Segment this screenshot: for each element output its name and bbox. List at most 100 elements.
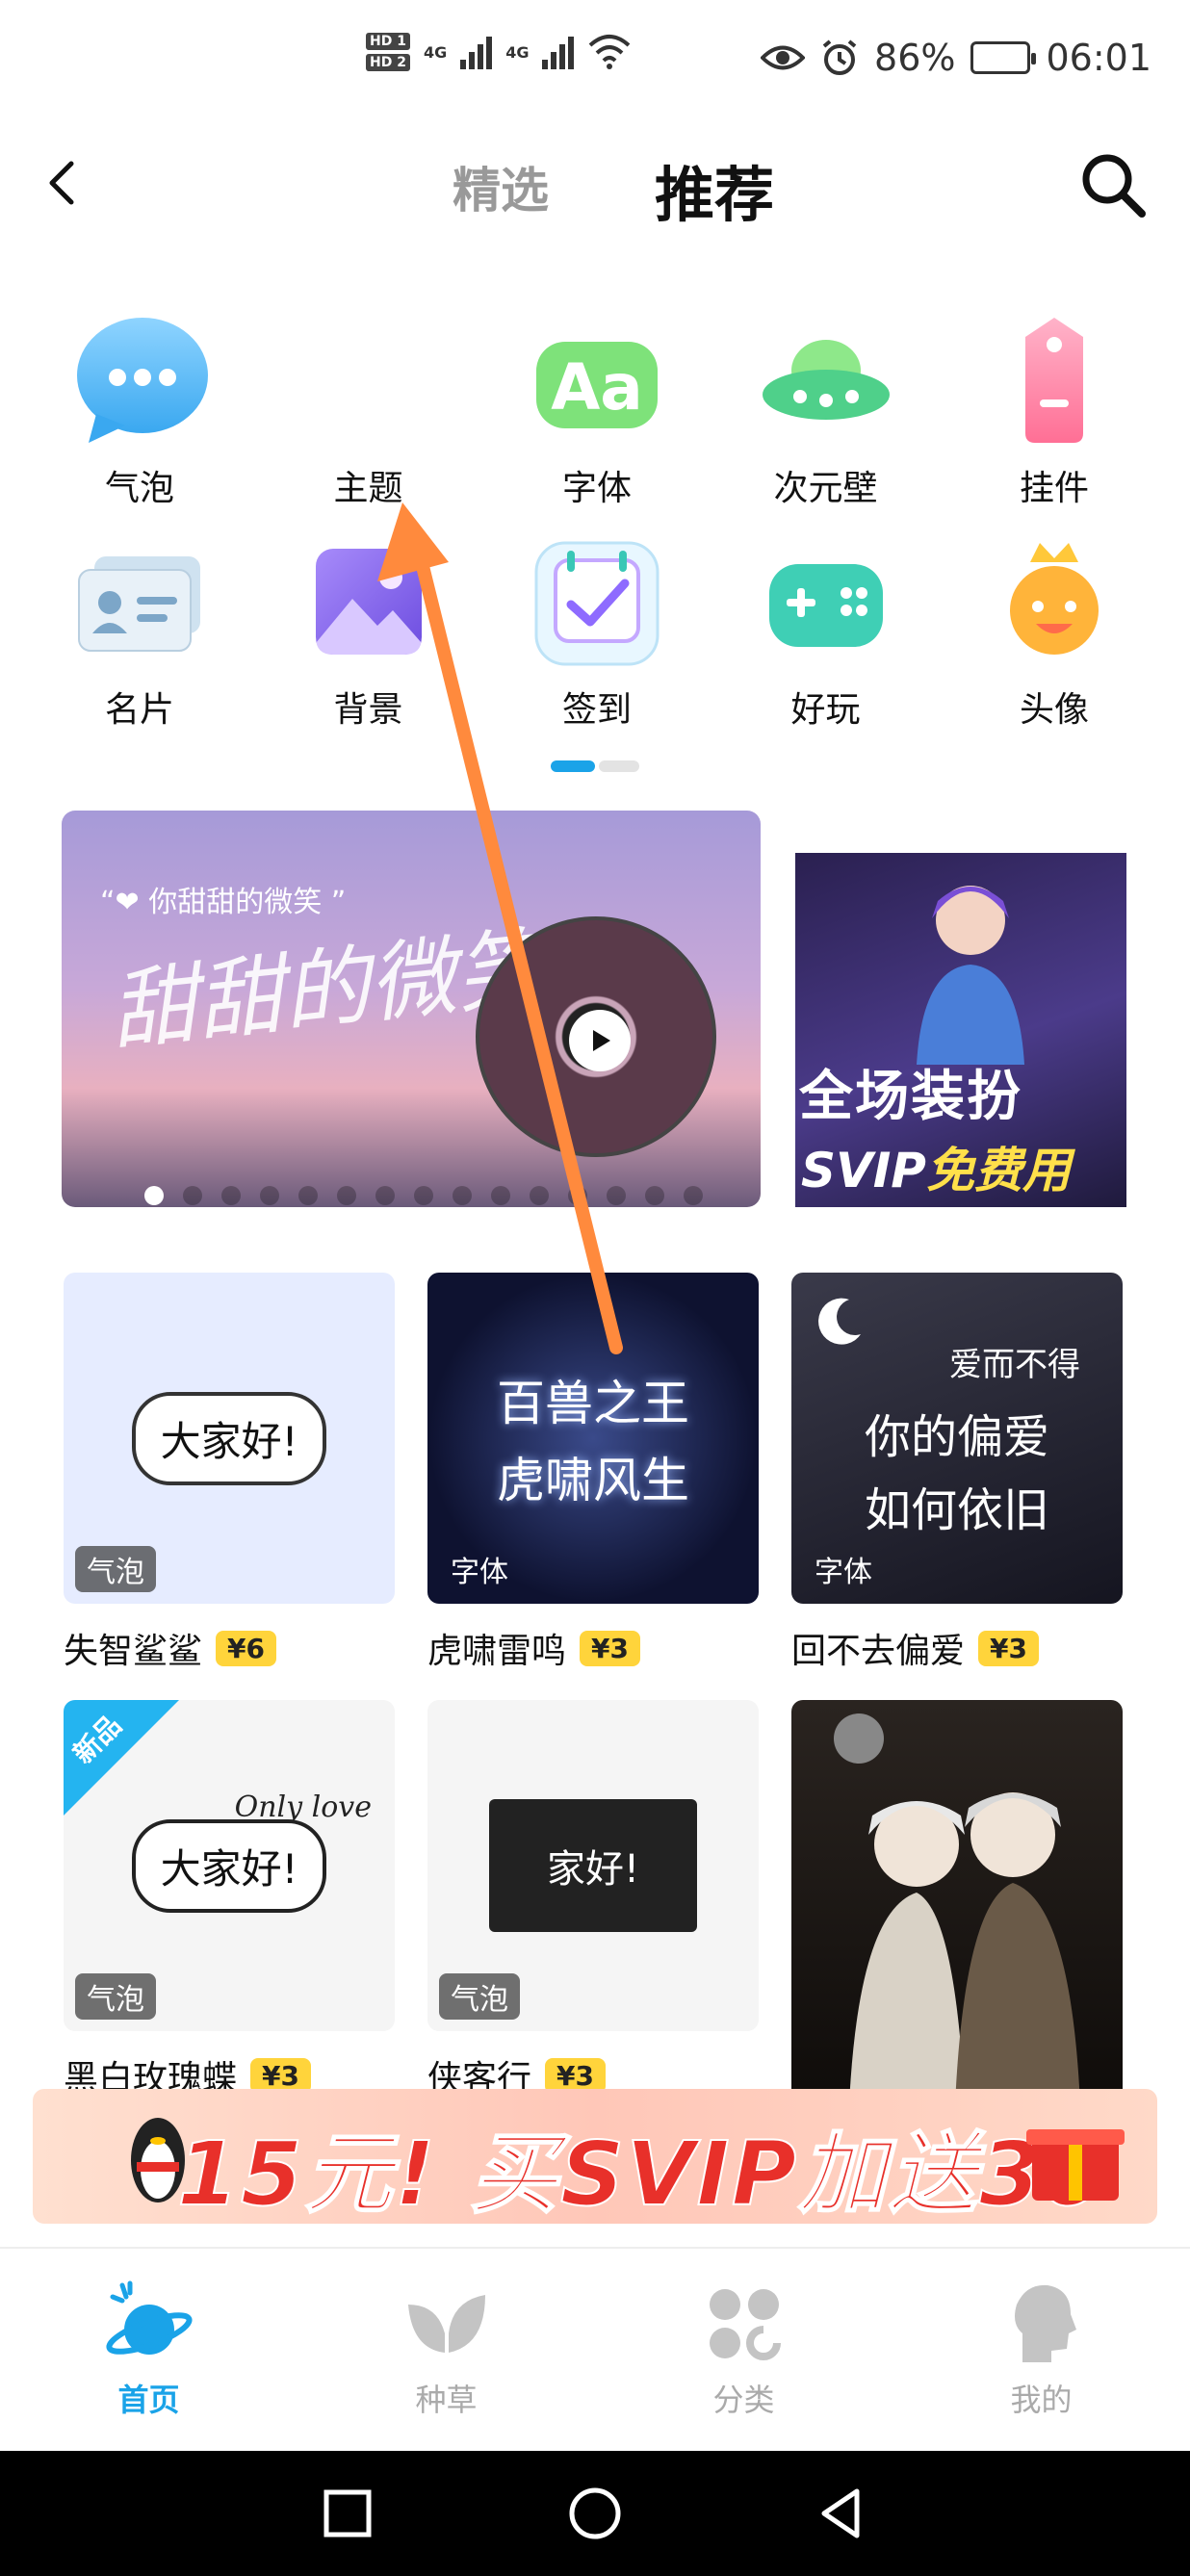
- back-triangle-icon[interactable]: [809, 2480, 876, 2547]
- banner-dot[interactable]: [568, 1186, 587, 1205]
- price-badge: ¥3: [978, 1630, 1039, 1666]
- theme-icon: [297, 308, 441, 452]
- category-row-2: 名片 背景 签到 好玩 头像: [58, 529, 1136, 751]
- nav-label: 种草: [415, 2382, 478, 2418]
- banner-dot[interactable]: [183, 1186, 202, 1205]
- signal-label-2: 4G: [505, 42, 530, 62]
- font-preview-line1: 百兽之王: [497, 1376, 689, 1431]
- font-preview-line0: 爱而不得: [949, 1345, 1080, 1384]
- banner-dot[interactable]: [298, 1186, 318, 1205]
- category-grid: 气泡 主题 Aa 字体 次元壁 挂件 名片 背景 签到 好玩 头像: [58, 308, 1136, 751]
- category-background[interactable]: 背景: [287, 529, 451, 751]
- category-label: 挂件: [1019, 469, 1089, 508]
- price-badge: ¥6: [216, 1630, 276, 1666]
- banner-dot[interactable]: [260, 1186, 279, 1205]
- recent-apps-icon[interactable]: [314, 2480, 381, 2547]
- banner-dot[interactable]: [491, 1186, 510, 1205]
- back-arrow-icon[interactable]: [35, 154, 92, 212]
- nav-home[interactable]: 首页: [0, 2249, 298, 2451]
- chat-bubble-icon: [77, 318, 208, 443]
- category-check-in[interactable]: 签到: [515, 529, 679, 751]
- banner-dot[interactable]: [530, 1186, 549, 1205]
- category-pendant[interactable]: 挂件: [972, 308, 1136, 529]
- nav-discover[interactable]: 种草: [298, 2249, 595, 2451]
- banner-dot[interactable]: [607, 1186, 626, 1205]
- category-business-card[interactable]: 名片: [58, 529, 221, 751]
- crescent-moon-icon: [818, 1298, 861, 1345]
- price-badge: ¥3: [250, 2057, 311, 2094]
- nav-me[interactable]: 我的: [892, 2249, 1190, 2451]
- gamepad-icon: [768, 564, 883, 647]
- promo-svip: SVIP: [801, 1143, 926, 1198]
- promo-line1: 全场装扮: [799, 1066, 1022, 1128]
- leaf-icon: [407, 2295, 485, 2353]
- item-title[interactable]: 虎啸雷鸣 ¥3: [427, 1623, 640, 1673]
- banner-dots: [144, 1186, 703, 1205]
- category-row-1: 气泡 主题 Aa 字体 次元壁 挂件: [58, 308, 1136, 529]
- category-font[interactable]: Aa 字体: [515, 308, 679, 529]
- character-illustration-icon: [917, 886, 1024, 1065]
- item-tag: 气泡: [75, 1546, 156, 1592]
- price-badge: ¥3: [580, 1630, 640, 1666]
- item-card[interactable]: 百兽之王 虎啸风生 字体: [427, 1273, 759, 1604]
- font-icon: Aa: [536, 342, 658, 428]
- promo-free: 免费用: [925, 1143, 1071, 1198]
- banner-dot[interactable]: [453, 1186, 472, 1205]
- item-card[interactable]: 家好! 气泡: [427, 1700, 759, 2031]
- profile-head-icon: [1014, 2284, 1076, 2362]
- item-card[interactable]: 大家好! Only love 新品 气泡: [64, 1700, 395, 2031]
- category-label: 次元壁: [773, 469, 878, 508]
- background-image-icon: [315, 549, 422, 655]
- home-circle-icon[interactable]: [561, 2480, 629, 2547]
- category-label: 背景: [333, 690, 403, 730]
- nav-label: 我的: [1010, 2382, 1073, 2418]
- battery-percent: 86%: [874, 37, 956, 79]
- item-title[interactable]: 回不去偏爱 ¥3: [791, 1623, 1039, 1673]
- status-bar: HD 1 HD 2 4G 4G 86% 06:01: [0, 0, 1190, 125]
- item-card-avatar-pair[interactable]: [791, 1700, 1123, 2104]
- item-tag: 字体: [451, 1556, 508, 1589]
- category-dimension-wall[interactable]: 次元壁: [744, 308, 908, 529]
- tab-recommend[interactable]: 推荐: [655, 146, 774, 233]
- ufo-icon: [762, 340, 890, 420]
- search-icon[interactable]: [1074, 146, 1151, 223]
- category-theme[interactable]: 主题: [287, 308, 451, 529]
- item-tag: 字体: [815, 1556, 872, 1589]
- item-card[interactable]: 大家好! 气泡: [64, 1273, 395, 1604]
- banner-dot[interactable]: [144, 1186, 164, 1205]
- nav-label: 分类: [712, 2382, 775, 2418]
- play-icon[interactable]: [569, 1010, 631, 1071]
- font-preview-line1: 你的偏爱: [864, 1409, 1049, 1464]
- svip-ad-banner[interactable]: 15元! 买SVIP加送30天!: [33, 2089, 1157, 2224]
- bubble-preview: 家好!: [488, 1799, 698, 1932]
- featured-banner[interactable]: “❤ 你甜甜的微笑 ” 甜甜的微笑: [62, 811, 761, 1207]
- network-indicators: HD 1 HD 2 4G 4G: [366, 33, 632, 71]
- category-avatar[interactable]: 头像: [972, 529, 1136, 751]
- banner-dot[interactable]: [375, 1186, 395, 1205]
- category-label: 好玩: [790, 690, 861, 730]
- svip-promo-card[interactable]: 全场装扮 SVIP免费用: [795, 853, 1126, 1207]
- price-badge: ¥3: [545, 2057, 606, 2094]
- item-name: 虎啸雷鸣: [427, 1632, 567, 1671]
- banner-dot[interactable]: [684, 1186, 703, 1205]
- item-card[interactable]: 爱而不得 你的偏爱 如何依旧 字体: [791, 1273, 1123, 1604]
- banner-dot[interactable]: [645, 1186, 664, 1205]
- wifi-icon: [589, 35, 631, 69]
- item-name: 回不去偏爱: [791, 1632, 966, 1671]
- grid-page-indicator: [551, 760, 639, 772]
- avatar-icon: [1010, 543, 1099, 655]
- tab-featured[interactable]: 精选: [453, 152, 549, 221]
- nav-label: 首页: [117, 2382, 180, 2418]
- item-tag: 气泡: [439, 1973, 520, 2020]
- category-fun[interactable]: 好玩: [744, 529, 908, 751]
- banner-dot[interactable]: [414, 1186, 433, 1205]
- banner-dot[interactable]: [337, 1186, 356, 1205]
- item-title[interactable]: 失智鲨鲨 ¥6: [64, 1623, 276, 1673]
- signal-bars-icon: [542, 35, 575, 69]
- banner-dot[interactable]: [221, 1186, 241, 1205]
- ad-text: 15元! 买SVIP加送30天!: [176, 2122, 1105, 2224]
- category-label: 头像: [1019, 690, 1089, 730]
- nav-category[interactable]: 分类: [595, 2249, 892, 2451]
- signal-label-1: 4G: [423, 42, 448, 62]
- category-bubble[interactable]: 气泡: [58, 308, 221, 529]
